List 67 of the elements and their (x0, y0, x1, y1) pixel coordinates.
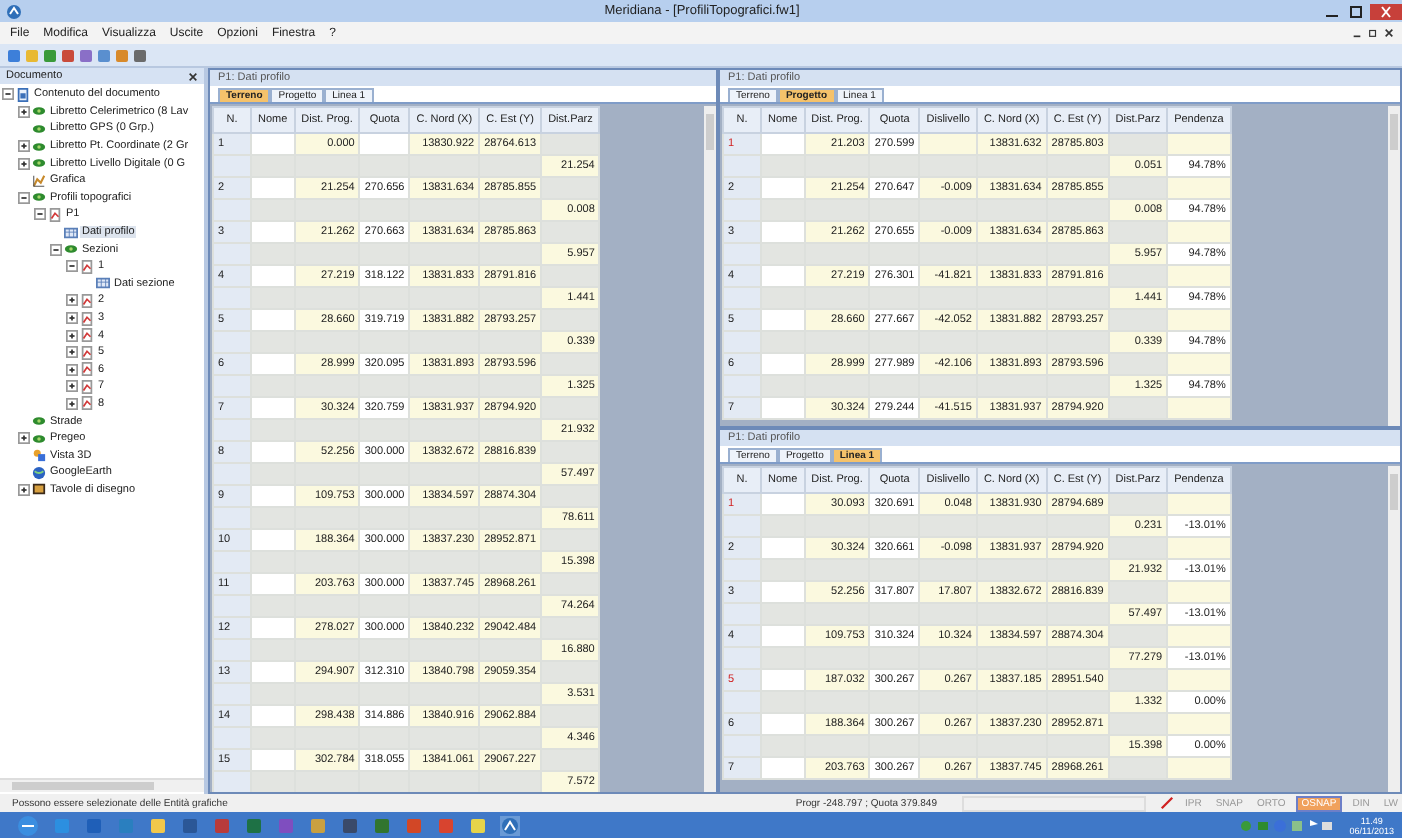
scrollbar[interactable] (704, 106, 716, 792)
table-cell (213, 199, 251, 221)
expand-icon[interactable] (66, 329, 78, 342)
table-cell (213, 683, 251, 705)
collapse-icon[interactable] (34, 208, 46, 221)
table-cell (723, 331, 761, 353)
table-cell (213, 639, 251, 661)
table-cell (213, 243, 251, 265)
table-cell (723, 647, 761, 669)
chart-icon (32, 173, 46, 188)
table-cell (723, 559, 761, 581)
table-icon (96, 276, 110, 291)
table-cell (213, 375, 251, 397)
collapse-icon[interactable] (66, 260, 78, 273)
table-cell (723, 603, 761, 625)
page-icon (48, 207, 62, 222)
close-icon[interactable] (188, 71, 198, 81)
table-cell (213, 331, 251, 353)
table-cell (213, 287, 251, 309)
table-cell (213, 727, 251, 749)
table-cell (723, 515, 761, 537)
collapse-icon[interactable] (50, 243, 62, 256)
expand-icon[interactable] (66, 312, 78, 325)
scrollbar[interactable] (0, 778, 204, 792)
table-cell (213, 595, 251, 617)
table-cell (723, 199, 761, 221)
scrollbar[interactable] (1388, 466, 1400, 792)
globe-icon (32, 465, 46, 480)
close-icon[interactable] (1370, 3, 1402, 19)
expand-icon[interactable] (18, 105, 30, 118)
leaf-icon (64, 242, 78, 257)
table-cell (723, 287, 761, 309)
table-cell (723, 375, 761, 397)
leaf-icon (32, 190, 46, 205)
table-icon (64, 225, 78, 240)
table-cell (723, 735, 761, 757)
expand-icon[interactable] (66, 380, 78, 393)
page-icon (80, 259, 94, 274)
expand-icon[interactable] (18, 432, 30, 445)
page-icon (80, 293, 94, 308)
close-icon[interactable] (1384, 28, 1394, 38)
table-cell (213, 419, 251, 441)
expand-icon[interactable] (18, 140, 30, 153)
collapse-icon[interactable] (2, 88, 14, 101)
table-cell (213, 771, 251, 792)
expand-icon[interactable] (66, 346, 78, 359)
table-cell (213, 507, 251, 529)
scrollbar[interactable] (1388, 106, 1400, 426)
app-icon[interactable] (500, 815, 520, 835)
table-cell (213, 463, 251, 485)
maximize-icon[interactable] (1346, 3, 1366, 19)
table-cell (213, 551, 251, 573)
start-icon[interactable] (16, 813, 40, 837)
expand-icon[interactable] (66, 294, 78, 307)
table-cell (723, 691, 761, 713)
expand-icon[interactable] (18, 157, 30, 170)
table-cell (723, 155, 761, 177)
expand-icon[interactable] (66, 363, 78, 376)
expand-icon[interactable] (18, 483, 30, 496)
restore-icon[interactable] (1368, 28, 1378, 38)
table-cell (213, 155, 251, 177)
tray-icons[interactable] (1237, 817, 1338, 833)
expand-icon[interactable] (66, 397, 78, 410)
board-icon (32, 482, 46, 497)
pencil-icon (1160, 796, 1175, 810)
table-cell (723, 243, 761, 265)
collapse-icon[interactable] (18, 191, 30, 204)
